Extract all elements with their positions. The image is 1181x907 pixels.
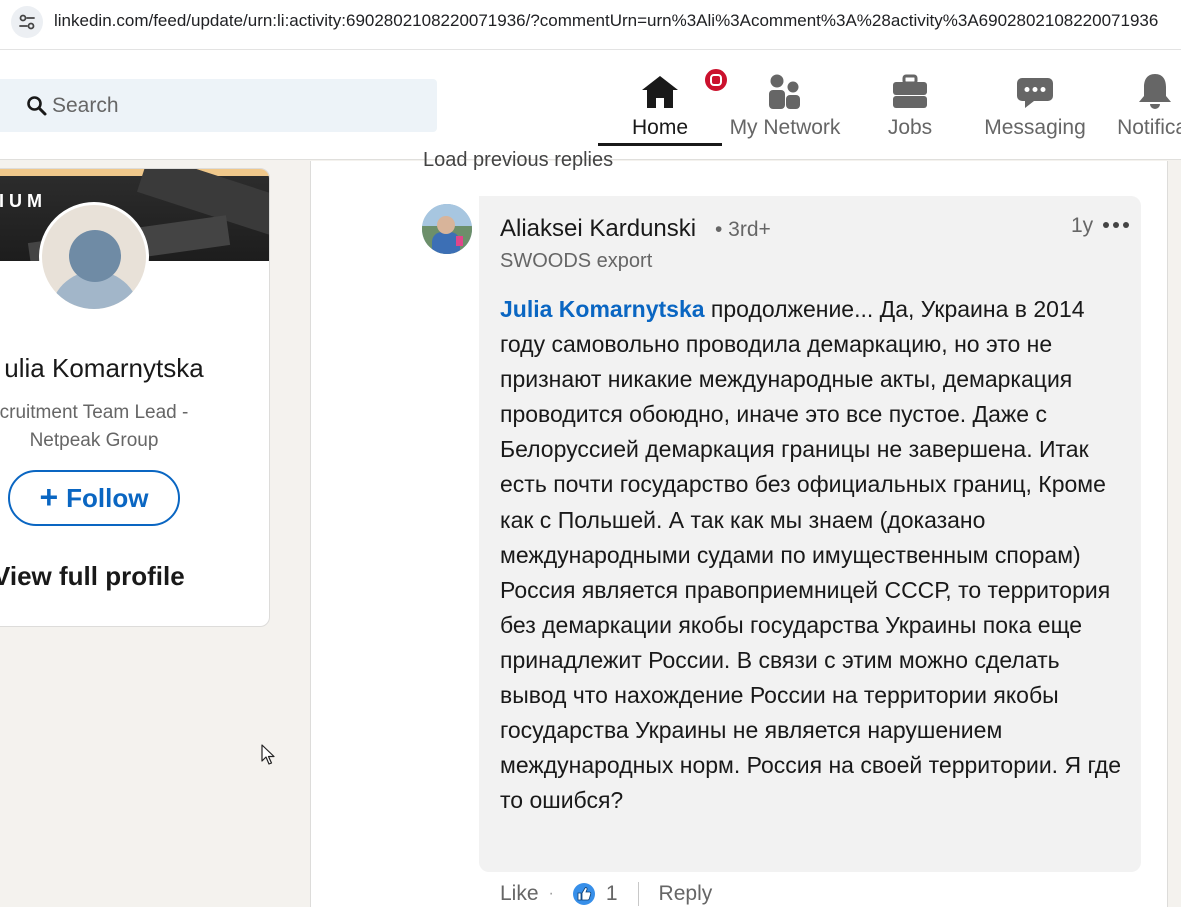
feed-card: Load previous replies Aliaksei Kardunski… [310,149,1168,907]
nav-jobs-label: Jobs [887,116,933,139]
follow-button[interactable]: + Follow [8,470,180,526]
load-previous-replies[interactable]: Load previous replies [423,149,613,172]
mention-link[interactable]: Julia Komarnytska [500,296,705,322]
comment-text: Julia Komarnytska продолжение... Да, Укр… [500,292,1125,818]
like-reaction-icon [572,883,595,905]
comment-timestamp: 1y [1071,214,1094,237]
like-button[interactable]: Like [500,882,539,906]
profile-headline: cruitment Team Lead - Netpeak Group [0,402,189,451]
more-options-icon[interactable] [1101,212,1131,238]
nav-home[interactable]: Home [598,66,730,146]
linkedin-header: Home My Network Jobs [0,50,1181,160]
briefcase-icon [893,74,927,108]
comment-author[interactable]: Aliaksei Kardunski [500,215,696,243]
profile-card: IUM ulia Komarnytska cruitment Team Lead… [0,168,270,627]
commenter-avatar[interactable] [422,204,472,254]
profile-name[interactable]: ulia Komarnytska [0,353,219,384]
comment-bubble: Aliaksei Kardunski • 3rd+ SWOODS export … [479,196,1141,872]
nav-notifications-label: Notificat [1117,116,1181,139]
profile-avatar[interactable] [39,202,149,312]
nav-messaging[interactable]: Messaging [982,70,1088,145]
nav-my-network-label: My Network [729,116,841,139]
messaging-icon [1017,78,1053,108]
nav-jobs[interactable]: Jobs [870,70,950,145]
site-info-icon[interactable] [11,6,43,38]
plus-icon: + [39,478,59,515]
reaction-count-number: 1 [605,882,618,905]
reply-button[interactable]: Reply [659,882,713,906]
comment-actions: Like · 1 Reply [500,877,712,907]
comment-body: продолжение... Да, Украина в 2014 году с… [500,296,1122,814]
comment-author-headline: SWOODS export [500,250,653,272]
nav-notifications[interactable]: Notificat [1100,70,1181,145]
home-icon [642,76,678,108]
action-separator: · [548,885,554,902]
connection-degree: • 3rd+ [715,218,771,241]
nav-my-network[interactable]: My Network [726,70,844,145]
search-box[interactable] [0,79,437,132]
reaction-count[interactable]: 1 [572,882,618,906]
follow-label: Follow [66,482,149,513]
search-input[interactable] [52,79,412,132]
mouse-cursor-icon [261,744,275,765]
nav-messaging-label: Messaging [984,116,1086,139]
url-text[interactable]: linkedin.com/feed/update/urn:li:activity… [54,11,1158,31]
network-icon [769,74,800,109]
actions-divider [637,882,639,906]
bell-icon [1139,74,1171,109]
browser-url-bar: linkedin.com/feed/update/urn:li:activity… [0,0,1181,50]
banner-text: IUM [0,191,47,211]
search-icon [27,96,47,116]
view-full-profile-link[interactable]: View full profile [0,561,185,592]
nav-home-label: Home [631,116,689,139]
